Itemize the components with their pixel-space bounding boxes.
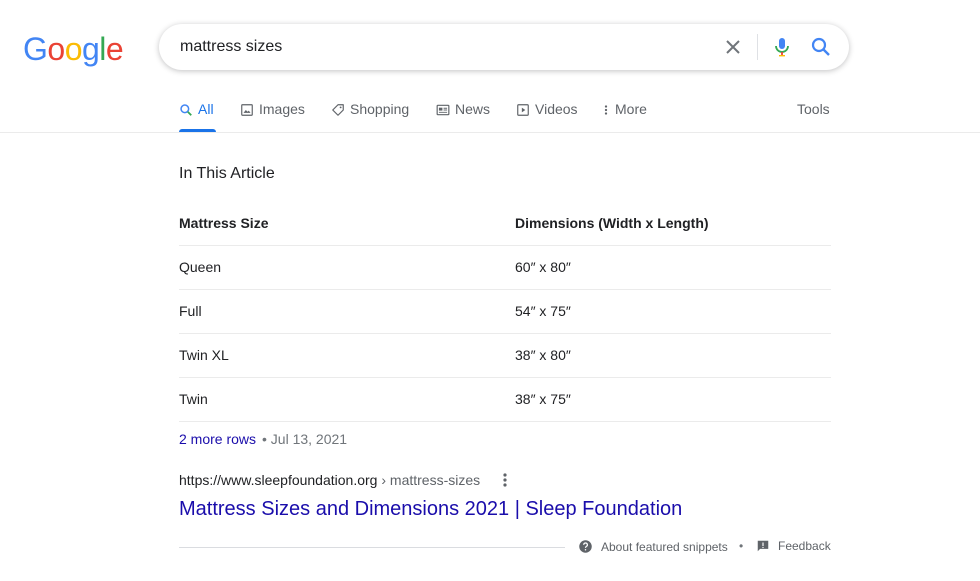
table-row: Queen 60″ x 80″ [179,246,831,290]
tools-button[interactable]: Tools [797,101,830,131]
logo-letter: o [47,31,65,67]
table-row: Twin 38″ x 75″ [179,378,831,422]
result-options-icon[interactable] [497,471,513,489]
result-url[interactable]: https://www.sleepfoundation.org › mattre… [179,472,480,488]
table-cell: Full [179,303,202,319]
tab-label: News [455,101,491,117]
tools-label: Tools [797,101,830,117]
table-row: Twin XL 38″ x 80″ [179,334,831,378]
tab-shopping[interactable]: Shopping [331,101,409,131]
table-cell: 54″ x 75″ [515,303,571,319]
logo-letter: o [64,31,83,67]
column-header: Dimensions (Width x Length) [515,215,709,231]
table-row: Full 54″ x 75″ [179,290,831,334]
url-path: › mattress-sizes [377,472,481,488]
more-rows-link[interactable]: 2 more rows [179,431,256,447]
tab-label: More [615,101,647,117]
tab-all[interactable]: All [179,101,214,131]
tab-label: Images [259,101,305,117]
image-icon [241,104,253,116]
tab-news[interactable]: News [436,101,490,131]
tab-images[interactable]: Images [240,101,305,131]
tag-icon [332,104,344,116]
snippet-date: • Jul 13, 2021 [262,431,347,447]
search-divider [757,34,758,60]
tab-more[interactable]: More [602,101,647,131]
search-input[interactable] [180,24,700,70]
feedback-icon [757,540,769,552]
about-label: About featured snippets [601,539,728,554]
feedback-label: Feedback [778,539,831,553]
search-icon [180,104,192,116]
tab-label: Shopping [350,101,410,117]
search-box [159,24,849,70]
table-header-row: Mattress Size Dimensions (Width x Length… [179,202,831,246]
snippet-table: Mattress Size Dimensions (Width x Length… [179,202,831,422]
search-icon[interactable] [809,35,833,59]
snippet-divider [179,547,565,548]
table-cell: Twin [179,391,208,407]
feedback-button[interactable]: Feedback [756,539,831,553]
logo-letter: l [99,31,106,67]
table-cell: 60″ x 80″ [515,259,571,275]
search-tabs: All Images Shopping News Videos More Too… [0,92,980,133]
news-icon [436,104,450,116]
tab-videos[interactable]: Videos [516,101,578,131]
about-featured-snippets[interactable]: About featured snippets [578,539,728,554]
logo-letter: e [105,31,124,67]
table-cell: Queen [179,259,222,275]
url-domain: https://www.sleepfoundation.org [179,472,378,488]
help-icon [579,540,592,553]
google-logo[interactable]: Google [23,31,124,68]
close-icon[interactable] [721,35,745,59]
logo-letter: g [81,31,100,67]
tab-label: Videos [535,101,578,117]
table-cell: 38″ x 75″ [515,391,571,407]
snippet-heading: In This Article [179,165,275,182]
table-cell: Twin XL [179,347,229,363]
date-text: Jul 13, 2021 [270,431,348,447]
table-cell: 38″ x 80″ [515,347,571,363]
separator-dot: • [262,431,267,447]
column-header: Mattress Size [179,215,269,231]
tab-label: All [198,101,214,117]
more-vert-icon [604,105,608,115]
active-tab-indicator [179,129,216,132]
video-icon [517,104,529,116]
logo-letter: G [23,31,48,67]
mic-icon[interactable] [770,35,794,59]
result-title-link[interactable]: Mattress Sizes and Dimensions 2021 | Sle… [179,498,682,521]
footer-separator: • [739,539,744,553]
